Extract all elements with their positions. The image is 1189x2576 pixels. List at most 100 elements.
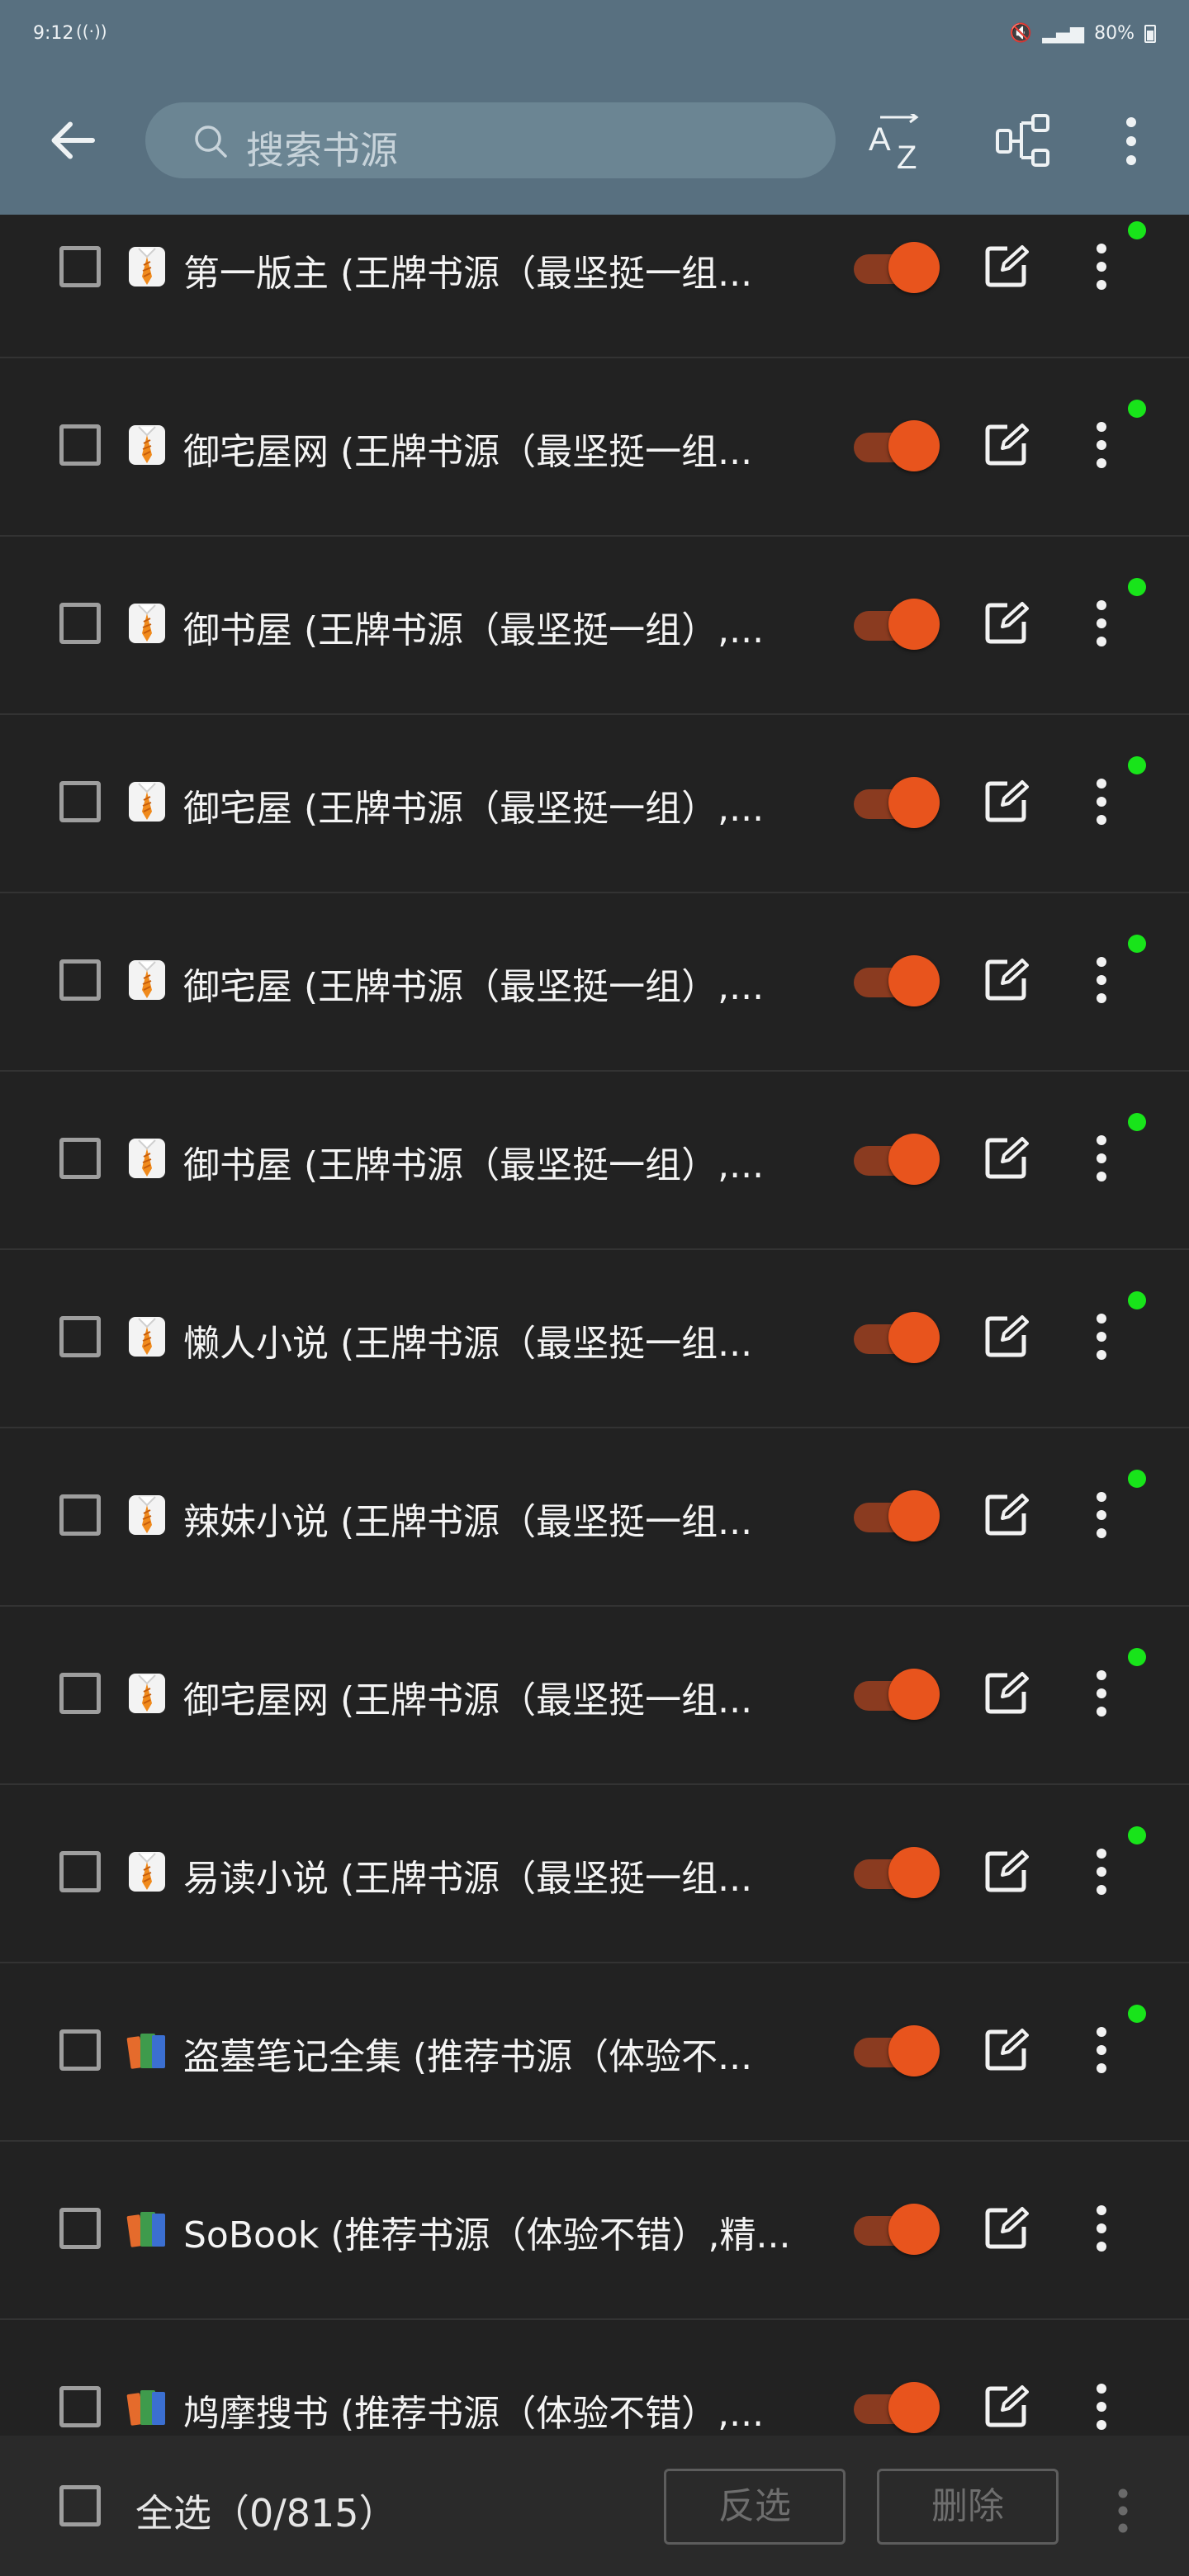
row-more-icon[interactable] [1092, 1846, 1111, 1897]
source-row[interactable]: 御书屋 (王牌书源（最坚挺一组）,... [0, 537, 1189, 715]
source-row[interactable]: 御宅屋 (王牌书源（最坚挺一组）,... [0, 893, 1189, 1072]
toggle-thumb [888, 1490, 940, 1541]
row-checkbox[interactable] [59, 1494, 101, 1536]
toggle-thumb [888, 1669, 940, 1720]
row-more-icon[interactable] [1092, 1133, 1111, 1184]
edit-icon[interactable] [983, 600, 1029, 646]
row-more-icon[interactable] [1092, 2203, 1111, 2254]
select-all-label[interactable]: 全选（0/815） [135, 2484, 397, 2538]
edit-icon[interactable] [983, 1492, 1029, 1538]
enable-toggle[interactable] [854, 1489, 940, 1541]
back-arrow-icon[interactable] [43, 111, 102, 170]
row-more-icon[interactable] [1092, 598, 1111, 649]
row-more-icon[interactable] [1092, 1489, 1111, 1541]
tie-emoji-icon [129, 604, 165, 643]
edit-icon[interactable] [983, 2027, 1029, 2073]
status-dot [1128, 1291, 1146, 1309]
tie-emoji-icon [129, 1674, 165, 1713]
status-dot [1128, 400, 1146, 418]
enable-toggle[interactable] [854, 2380, 940, 2433]
status-dot [1128, 1826, 1146, 1844]
status-bar: 9:12 ((·)) 🔇 ▂▄▆ 80% [0, 0, 1189, 69]
row-checkbox[interactable] [59, 2029, 101, 2071]
enable-toggle[interactable] [854, 1132, 940, 1185]
invert-selection-button[interactable]: 反选 [664, 2469, 846, 2545]
enable-toggle[interactable] [854, 597, 940, 650]
source-row[interactable]: 鸠摩搜书 (推荐书源（体验不错）,... [0, 2320, 1189, 2436]
svg-text:A: A [869, 121, 891, 158]
source-row[interactable]: 懒人小说 (王牌书源（最坚挺一组... [0, 1250, 1189, 1428]
battery-level: 80% [1094, 23, 1135, 44]
row-checkbox[interactable] [59, 2208, 101, 2249]
status-dot [1128, 756, 1146, 774]
enable-toggle[interactable] [854, 2024, 940, 2076]
source-row[interactable]: 辣妹小说 (王牌书源（最坚挺一组... [0, 1428, 1189, 1607]
row-more-icon[interactable] [1092, 419, 1111, 471]
source-row[interactable]: 御书屋 (王牌书源（最坚挺一组）,... [0, 1072, 1189, 1250]
books-emoji-icon [126, 2034, 165, 2069]
edit-icon[interactable] [983, 422, 1029, 468]
delete-button[interactable]: 删除 [877, 2469, 1059, 2545]
enable-toggle[interactable] [854, 1667, 940, 1720]
source-row[interactable]: 御宅屋 (王牌书源（最坚挺一组）,... [0, 715, 1189, 893]
enable-toggle[interactable] [854, 1845, 940, 1898]
row-checkbox[interactable] [59, 2386, 101, 2427]
source-row[interactable]: 盗墓笔记全集 (推荐书源（体验不... [0, 1963, 1189, 2142]
source-row[interactable]: 易读小说 (王牌书源（最坚挺一组... [0, 1785, 1189, 1963]
enable-toggle[interactable] [854, 1310, 940, 1363]
battery-icon [1144, 24, 1156, 43]
edit-icon[interactable] [983, 1670, 1029, 1717]
row-more-icon[interactable] [1092, 2381, 1111, 2432]
source-row[interactable]: 第一版主 (王牌书源（最坚挺一组... [0, 215, 1189, 358]
enable-toggle[interactable] [854, 954, 940, 1006]
edit-icon[interactable] [983, 2384, 1029, 2430]
edit-icon[interactable] [983, 1314, 1029, 1360]
mute-icon: 🔇 [1009, 23, 1033, 44]
source-row[interactable]: 御宅屋网 (王牌书源（最坚挺一组... [0, 1607, 1189, 1785]
row-checkbox[interactable] [59, 246, 101, 287]
row-more-icon[interactable] [1092, 1668, 1111, 1719]
enable-toggle[interactable] [854, 419, 940, 471]
status-dot [1128, 1648, 1146, 1666]
enable-toggle[interactable] [854, 2202, 940, 2255]
row-more-icon[interactable] [1092, 954, 1111, 1006]
row-more-icon[interactable] [1092, 1311, 1111, 1362]
select-all-checkbox[interactable] [59, 2485, 101, 2526]
row-checkbox[interactable] [59, 1673, 101, 1714]
tie-emoji-icon [129, 1852, 165, 1892]
edit-icon[interactable] [983, 1135, 1029, 1181]
toggle-thumb [888, 1312, 940, 1363]
source-name: 御书屋 (王牌书源（最坚挺一组）,... [183, 1144, 765, 1186]
row-checkbox[interactable] [59, 424, 101, 466]
sort-az-icon[interactable]: A Z [867, 114, 930, 172]
enable-toggle[interactable] [854, 775, 940, 828]
row-checkbox[interactable] [59, 1851, 101, 1892]
edit-icon[interactable] [983, 1849, 1029, 1895]
row-more-icon[interactable] [1092, 2024, 1111, 2076]
source-name: 御宅屋网 (王牌书源（最坚挺一组... [183, 431, 753, 473]
bottom-more-icon[interactable] [1115, 2485, 1131, 2536]
row-checkbox[interactable] [59, 959, 101, 1001]
books-emoji-icon [126, 2390, 165, 2426]
row-checkbox[interactable] [59, 781, 101, 822]
row-checkbox[interactable] [59, 603, 101, 644]
edit-icon[interactable] [983, 779, 1029, 825]
enable-toggle[interactable] [854, 240, 940, 293]
edit-icon[interactable] [983, 2205, 1029, 2252]
search-input[interactable]: 搜索书源 [145, 102, 836, 178]
group-tree-icon[interactable] [995, 112, 1053, 170]
source-row[interactable]: 御宅屋网 (王牌书源（最坚挺一组... [0, 358, 1189, 537]
edit-icon[interactable] [983, 957, 1029, 1003]
row-checkbox[interactable] [59, 1316, 101, 1357]
tie-emoji-icon [129, 782, 165, 822]
source-row[interactable]: SoBook (推荐书源（体验不错）,精... [0, 2142, 1189, 2320]
row-more-icon[interactable] [1092, 776, 1111, 827]
row-more-icon[interactable] [1092, 241, 1111, 292]
edit-icon[interactable] [983, 244, 1029, 290]
source-name: 鸠摩搜书 (推荐书源（体验不错）,... [183, 2393, 765, 2435]
source-name: 御宅屋网 (王牌书源（最坚挺一组... [183, 1679, 753, 1721]
source-name: SoBook (推荐书源（体验不错）,精... [183, 2214, 791, 2256]
row-checkbox[interactable] [59, 1138, 101, 1179]
overflow-menu-icon[interactable] [1113, 112, 1149, 170]
source-name: 御宅屋 (王牌书源（最坚挺一组）,... [183, 788, 765, 830]
